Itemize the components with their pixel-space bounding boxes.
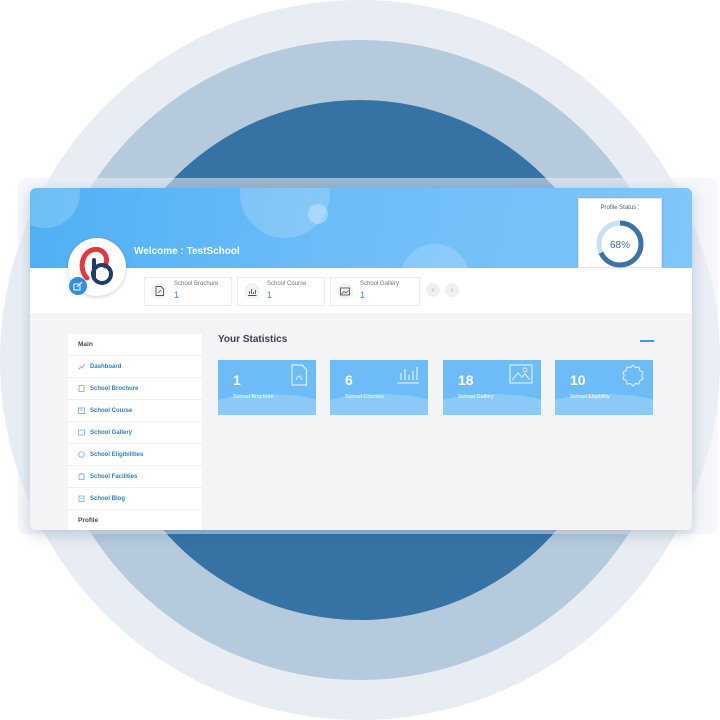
mini-card-value: 1: [174, 290, 180, 300]
stat-card-courses[interactable]: 6 School Courses: [330, 360, 428, 415]
mini-card-course[interactable]: School Course 1: [237, 277, 325, 306]
profile-status-donut: 68%: [596, 220, 644, 268]
sidebar-section-profile: Profile: [68, 510, 202, 530]
sidebar-item-facilities[interactable]: School Facilities: [68, 466, 202, 488]
mini-card-value: 1: [360, 290, 366, 300]
image-icon: [509, 364, 533, 384]
stat-label: School Eligibility: [570, 394, 610, 400]
sidebar-item-gallery[interactable]: School Gallery: [68, 422, 202, 444]
sidebar-item-label: School Gallery: [90, 429, 133, 436]
sidebar-item-label: School Blog: [90, 495, 125, 502]
mini-card-value: 1: [267, 290, 273, 300]
stat-card-brochure[interactable]: 1 School Brochure: [218, 360, 316, 415]
sidebar: Main Dashboard School Brochure School Co…: [68, 334, 202, 530]
document-icon: [78, 385, 85, 392]
profile-status-value: 68%: [610, 240, 630, 251]
sidebar-item-brochure[interactable]: School Brochure: [68, 378, 202, 400]
pdf-icon: [151, 283, 167, 299]
profile-status-card: Profile Status : 68%: [578, 198, 662, 268]
stat-value: 10: [570, 372, 586, 388]
sidebar-item-label: School Course: [90, 407, 133, 414]
bar-chart-icon: [244, 283, 260, 299]
decor-bubble: [308, 204, 328, 224]
stat-card-eligibility[interactable]: 10 School Eligibility: [555, 360, 653, 415]
sidebar-item-course[interactable]: School Course: [68, 400, 202, 422]
decor-bubble: [30, 188, 80, 228]
stat-label: School Gallery: [458, 394, 494, 400]
sidebar-section-main: Main: [68, 334, 202, 356]
welcome-text: Welcome : TestSchool: [134, 246, 240, 257]
mini-card-gallery[interactable]: School Gallery 1: [330, 277, 420, 306]
pdf-icon: [291, 364, 308, 386]
sidebar-item-eligibilities[interactable]: School Eligibilities: [68, 444, 202, 466]
edit-profile-button[interactable]: [69, 277, 87, 295]
dashboard-icon: [78, 363, 85, 370]
clipboard-icon: [78, 473, 85, 480]
welcome-banner: Welcome : TestSchool Profile Status : 68…: [30, 188, 692, 278]
dashboard-window: Welcome : TestSchool Profile Status : 68…: [30, 188, 692, 530]
mini-card-title: School Course: [267, 281, 307, 287]
stat-label: School Brochure: [233, 394, 274, 400]
sidebar-item-label: School Eligibilities: [90, 451, 144, 458]
stats-title: Your Statistics: [218, 334, 288, 345]
profile-status-label: Profile Status :: [600, 205, 640, 211]
stat-value: 18: [458, 372, 474, 388]
gallery-icon: [78, 429, 85, 436]
collapse-toggle-button[interactable]: [640, 340, 654, 342]
stat-value: 6: [345, 372, 353, 388]
badge-icon: [622, 364, 644, 387]
sidebar-item-label: Dashboard: [90, 363, 122, 370]
mini-card-brochure[interactable]: School Brochure 1: [144, 277, 232, 306]
sidebar-item-label: School Facilities: [90, 473, 138, 480]
badge-icon: [78, 451, 85, 458]
sidebar-item-blog[interactable]: School Blog: [68, 488, 202, 510]
mini-card-title: School Gallery: [360, 281, 400, 287]
prev-arrow-button[interactable]: ‹: [426, 283, 440, 297]
mini-card-title: School Brochure: [174, 281, 219, 287]
next-arrow-button[interactable]: ›: [445, 283, 459, 297]
stat-value: 1: [233, 372, 241, 388]
stat-card-gallery[interactable]: 18 School Gallery: [443, 360, 541, 415]
blog-icon: [78, 495, 85, 502]
stat-label: School Courses: [345, 394, 384, 400]
image-icon: [337, 283, 353, 299]
edit-icon: [73, 281, 83, 291]
bar-chart-icon: [397, 367, 419, 384]
course-icon: [78, 407, 85, 414]
sidebar-item-label: School Brochure: [90, 385, 139, 392]
sidebar-item-dashboard[interactable]: Dashboard: [68, 356, 202, 378]
